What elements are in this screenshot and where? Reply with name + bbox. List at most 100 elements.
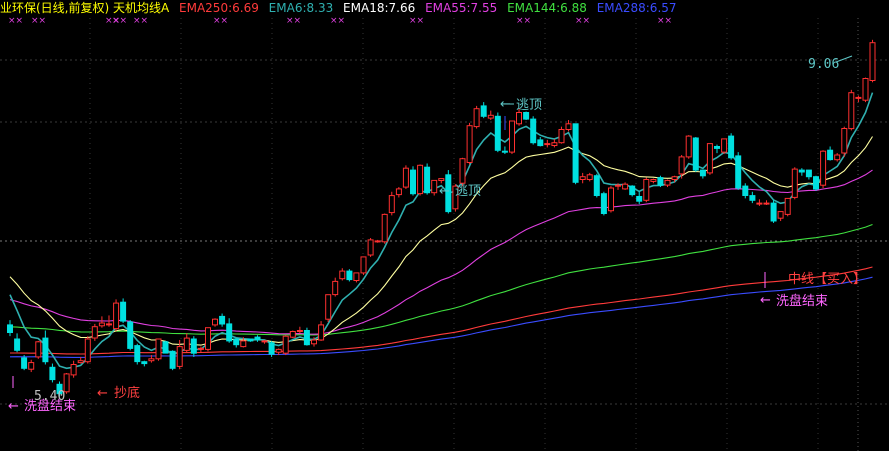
arrow-head-icon: ← <box>439 184 450 199</box>
candle-body <box>721 138 728 153</box>
candle-down <box>162 340 169 354</box>
candle-up <box>318 321 325 341</box>
candle-up <box>374 239 381 243</box>
candle-body <box>35 341 42 358</box>
signal-markers: ×× ×× ×××× ×× ×× ×× ×× ×× ×× ×× ×× <box>8 16 672 26</box>
candle-body <box>98 322 105 327</box>
candle-up <box>791 167 798 200</box>
candle-body <box>84 338 91 363</box>
candle-body <box>466 125 473 163</box>
candle-down <box>42 330 49 365</box>
candle-body <box>805 169 812 178</box>
candle-body <box>798 169 805 173</box>
candle-up <box>763 200 770 205</box>
candle-up <box>212 318 218 327</box>
midline-buy-label: 中线【买入】 <box>788 272 866 287</box>
candle-body <box>480 105 487 117</box>
signal-marker: ×× <box>286 16 301 26</box>
candle-down <box>424 163 431 195</box>
candle-up <box>183 333 190 353</box>
candle-up <box>706 143 713 175</box>
candle-body <box>162 341 169 354</box>
candle-body <box>197 347 204 350</box>
candle-body <box>120 301 127 322</box>
candle-down <box>268 340 275 357</box>
candle-up <box>35 340 42 359</box>
candle-body <box>770 202 777 222</box>
candle-body <box>353 272 360 281</box>
candle-down <box>169 350 176 371</box>
candle-down <box>813 175 819 191</box>
candle-down <box>410 166 416 196</box>
candle-down <box>134 343 141 365</box>
candle-down <box>692 137 699 172</box>
candle-body <box>784 197 791 215</box>
candle-down <box>14 333 21 353</box>
candle-body <box>593 175 600 196</box>
candle-body <box>685 135 692 158</box>
candle-down <box>728 133 735 160</box>
candle-body <box>282 335 289 354</box>
arrow-head-icon: ← <box>97 386 108 401</box>
candle-body <box>841 128 848 154</box>
candle-body <box>706 143 713 174</box>
candle-down <box>770 200 777 223</box>
candle-down <box>714 144 720 154</box>
low-price-label: 5.40 <box>34 389 65 404</box>
candle-body <box>106 323 112 326</box>
candle-body <box>240 340 247 348</box>
candle-down <box>127 320 134 351</box>
candle-body <box>692 137 699 171</box>
arrow-head-icon: ← <box>500 97 511 112</box>
candle-up <box>487 110 494 121</box>
candle-body <box>268 342 275 355</box>
candle-body <box>176 346 183 367</box>
candle-up <box>84 336 91 364</box>
candle-body <box>410 169 416 195</box>
candle-body <box>586 174 593 181</box>
candlestick-chart: ×× ×× ×××× ×× ×× ×× ×× ×× ×× ×× ×× ← 逃顶 ← 逃顶 ← 抄底 … <box>0 16 889 451</box>
candle-body <box>402 167 409 188</box>
candle-down <box>303 327 310 346</box>
candle-up <box>848 89 855 131</box>
candle-body <box>141 361 148 365</box>
signal-marker: ×× <box>112 16 127 26</box>
candle-body <box>311 339 317 345</box>
candle-up <box>113 299 120 332</box>
candle-body <box>558 129 565 144</box>
candle-down <box>49 363 56 383</box>
candle-up <box>339 268 346 281</box>
candle-body <box>325 294 332 320</box>
candle-down <box>501 146 508 155</box>
candle-body <box>530 118 537 144</box>
candle-down <box>593 173 600 198</box>
candle-up <box>395 187 402 198</box>
candle-up <box>402 165 409 189</box>
candle-body <box>501 150 508 153</box>
candle-down <box>120 298 127 323</box>
candle-body <box>360 256 367 274</box>
candle-up <box>721 138 728 155</box>
candle-body <box>247 338 254 342</box>
candle-body <box>226 323 233 342</box>
candle-body <box>7 324 13 333</box>
candle-body <box>318 324 325 341</box>
candle-body <box>42 337 49 363</box>
candle-body <box>728 135 735 159</box>
candle-body <box>791 168 798 198</box>
candle-up <box>466 122 473 165</box>
candle-up <box>388 191 395 216</box>
candle-body <box>813 176 819 190</box>
candle-body <box>523 112 530 120</box>
candle-body <box>205 327 211 350</box>
candle-body <box>367 239 374 256</box>
candle-body <box>827 149 834 161</box>
candle-up <box>431 179 438 196</box>
candle-body <box>438 178 445 182</box>
candle-body <box>28 362 35 370</box>
candle-down <box>141 360 148 367</box>
candle-up <box>650 178 657 184</box>
candle-body <box>629 185 636 196</box>
chart-window: 业环保(日线,前复权) 天机均线A EMA250:6.69 EMA6:8.33 … <box>0 0 889 451</box>
candle-body <box>473 108 480 128</box>
